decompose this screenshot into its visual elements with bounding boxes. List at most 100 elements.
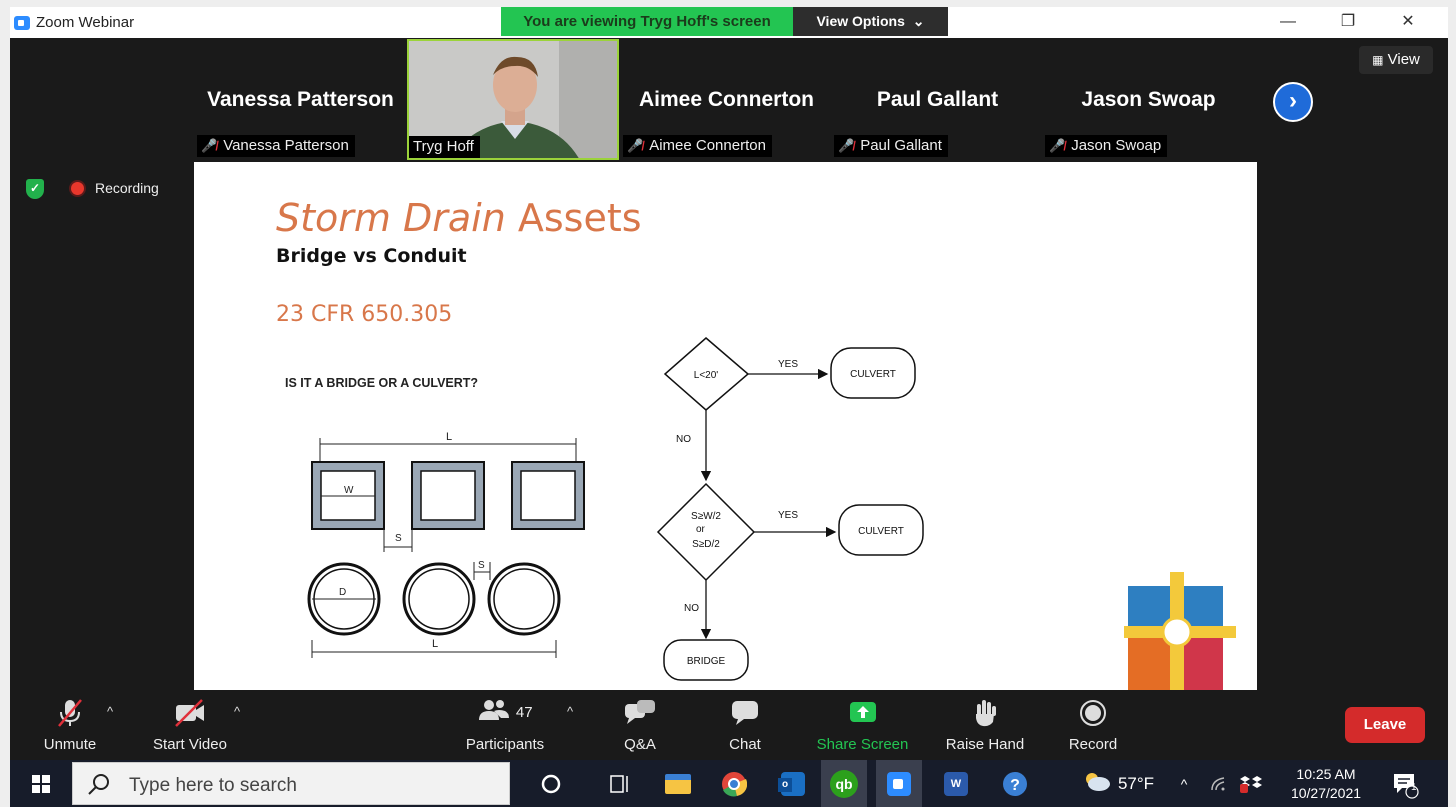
notification-count: 1	[1411, 782, 1417, 793]
word-icon[interactable]: W	[938, 760, 974, 807]
windows-taskbar: Type here to search o qb W ? 57°F ^ 10:2…	[10, 760, 1448, 807]
video-off-icon	[140, 698, 240, 733]
pipe-culvert	[402, 562, 476, 636]
dim-label-S: S	[395, 533, 402, 544]
weather-widget[interactable]: 57°F	[1068, 760, 1168, 807]
mic-muted-icon: 🎤̸	[838, 138, 855, 153]
window-title: Zoom Webinar	[36, 14, 135, 31]
search-icon	[87, 772, 111, 801]
quickbooks-icon[interactable]: qb	[821, 760, 867, 807]
screen-share-banner: You are viewing Tryg Hoff's screen	[501, 7, 793, 36]
flow-no-2: NO	[684, 603, 699, 614]
tray-overflow-caret-icon[interactable]: ^	[1173, 760, 1195, 807]
participant-tile[interactable]: Jason Swoap 🎤̸ Jason Swoap	[1043, 40, 1254, 159]
meeting-area: Vanessa Patterson 🎤̸ Vanessa Patterson T…	[10, 38, 1448, 760]
flow-yes-2: YES	[778, 510, 798, 521]
help-app-icon[interactable]: ?	[997, 760, 1033, 807]
raise-hand-icon	[935, 698, 1035, 733]
bridge-text: BRIDGE	[687, 656, 726, 667]
taskbar-clock[interactable]: 10:25 AM 10/27/2021	[1276, 760, 1376, 807]
mic-muted-icon	[30, 698, 110, 733]
share-screen-icon	[810, 698, 915, 731]
view-options-label: View Options	[816, 13, 905, 29]
participant-label-text: Vanessa Patterson	[223, 137, 349, 154]
view-options-button[interactable]: View Options ⌄	[793, 7, 948, 36]
windows-start-icon[interactable]	[24, 760, 58, 807]
gallery-grid-icon: ▦	[1372, 53, 1384, 67]
qa-label: Q&A	[624, 736, 656, 753]
participant-label: Tryg Hoff	[409, 136, 480, 158]
bridge-culvert-diagram: L W S D S L L<20' YES CULVERT NO S≥W/2 o…	[307, 337, 1236, 690]
record-icon	[1053, 698, 1133, 733]
zoom-logo-icon	[14, 16, 30, 30]
participants-button[interactable]: 47 Participants	[455, 690, 555, 760]
clock-date: 10/27/2021	[1290, 784, 1362, 801]
box-culvert	[411, 461, 485, 530]
leave-button[interactable]: Leave	[1345, 707, 1425, 743]
weather-temperature: 57°F	[1117, 773, 1155, 793]
task-view-icon[interactable]	[605, 760, 635, 807]
participants-icon	[477, 698, 511, 727]
raise-hand-label: Raise Hand	[945, 736, 1025, 753]
search-placeholder: Type here to search	[129, 775, 297, 796]
decision-spacing-line3: S≥D/2	[692, 539, 720, 550]
participant-label-text: Paul Gallant	[860, 137, 942, 154]
participant-tile[interactable]: Vanessa Patterson 🎤̸ Vanessa Patterson	[195, 40, 406, 159]
chat-bubble-icon	[715, 698, 775, 731]
chat-button[interactable]: Chat	[715, 690, 775, 760]
meeting-toolbar: Unmute ^ Start Video ^ 47 Participants ^	[10, 690, 1448, 760]
mic-muted-icon: 🎤̸	[1049, 138, 1066, 153]
svg-text:?: ?	[1010, 777, 1020, 794]
file-explorer-icon[interactable]	[663, 760, 693, 807]
minimize-button[interactable]: —	[1268, 9, 1308, 35]
close-button[interactable]: ✕	[1388, 9, 1428, 35]
record-label: Record	[1068, 736, 1118, 753]
participant-name: Aimee Connerton	[638, 88, 814, 111]
participant-name: Vanessa Patterson	[207, 88, 394, 111]
view-button[interactable]: ▦ View	[1359, 46, 1433, 74]
chevron-down-icon: ⌄	[912, 13, 925, 29]
taskbar-search-box[interactable]: Type here to search	[72, 762, 510, 805]
restore-button[interactable]: ❐	[1328, 9, 1368, 35]
raise-hand-button[interactable]: Raise Hand	[935, 690, 1035, 760]
share-screen-label: Share Screen	[816, 736, 909, 753]
chrome-icon[interactable]	[719, 760, 749, 807]
recording-dot-icon	[71, 182, 84, 195]
unmute-button[interactable]: Unmute	[30, 690, 110, 760]
cortana-icon[interactable]	[536, 760, 566, 807]
wifi-icon[interactable]	[1207, 760, 1231, 807]
next-page-arrow-icon[interactable]: ›	[1273, 82, 1313, 122]
culvert-text-1: CULVERT	[850, 369, 896, 380]
qa-button[interactable]: Q&A	[610, 690, 670, 760]
video-options-caret-icon[interactable]: ^	[234, 704, 240, 719]
dropbox-icon[interactable]	[1238, 760, 1264, 807]
dim-label-W: W	[344, 485, 354, 496]
mic-muted-icon: 🎤̸	[627, 138, 644, 153]
start-video-button[interactable]: Start Video	[140, 690, 240, 760]
record-button[interactable]: Record	[1053, 690, 1133, 760]
screen: Zoom Webinar You are viewing Tryg Hoff's…	[0, 0, 1456, 807]
action-center-icon[interactable]: 1	[1388, 760, 1422, 807]
clock-time: 10:25 AM	[1296, 765, 1356, 782]
decision-spacing-line1: S≥W/2	[691, 511, 721, 522]
chat-label: Chat	[729, 736, 761, 753]
participant-label: 🎤̸ Paul Gallant	[834, 135, 948, 157]
security-shield-icon[interactable]: ✓	[26, 179, 44, 199]
participant-label-text: Jason Swoap	[1071, 137, 1162, 154]
participant-video-tile[interactable]: Tryg Hoff	[407, 39, 619, 160]
participant-tile[interactable]: Aimee Connerton 🎤̸ Aimee Connerton	[621, 40, 832, 159]
outlook-icon[interactable]: o	[777, 760, 809, 807]
participants-caret-icon[interactable]: ^	[567, 704, 573, 719]
dim-label-L: L	[446, 431, 452, 443]
participant-name: Paul Gallant	[876, 88, 999, 111]
decision-spacing-line2: or	[696, 524, 706, 535]
dim-label-S2: S	[478, 560, 485, 571]
pipe-culvert	[487, 562, 561, 636]
mic-muted-icon: 🎤̸	[201, 138, 218, 153]
zoom-taskbar-icon[interactable]	[876, 760, 922, 807]
participant-label: 🎤̸ Vanessa Patterson	[197, 135, 355, 157]
participant-tile[interactable]: Paul Gallant 🎤̸ Paul Gallant	[832, 40, 1043, 159]
audio-options-caret-icon[interactable]: ^	[107, 704, 113, 719]
share-screen-button[interactable]: Share Screen	[810, 690, 915, 760]
recording-label: Recording	[95, 180, 159, 196]
